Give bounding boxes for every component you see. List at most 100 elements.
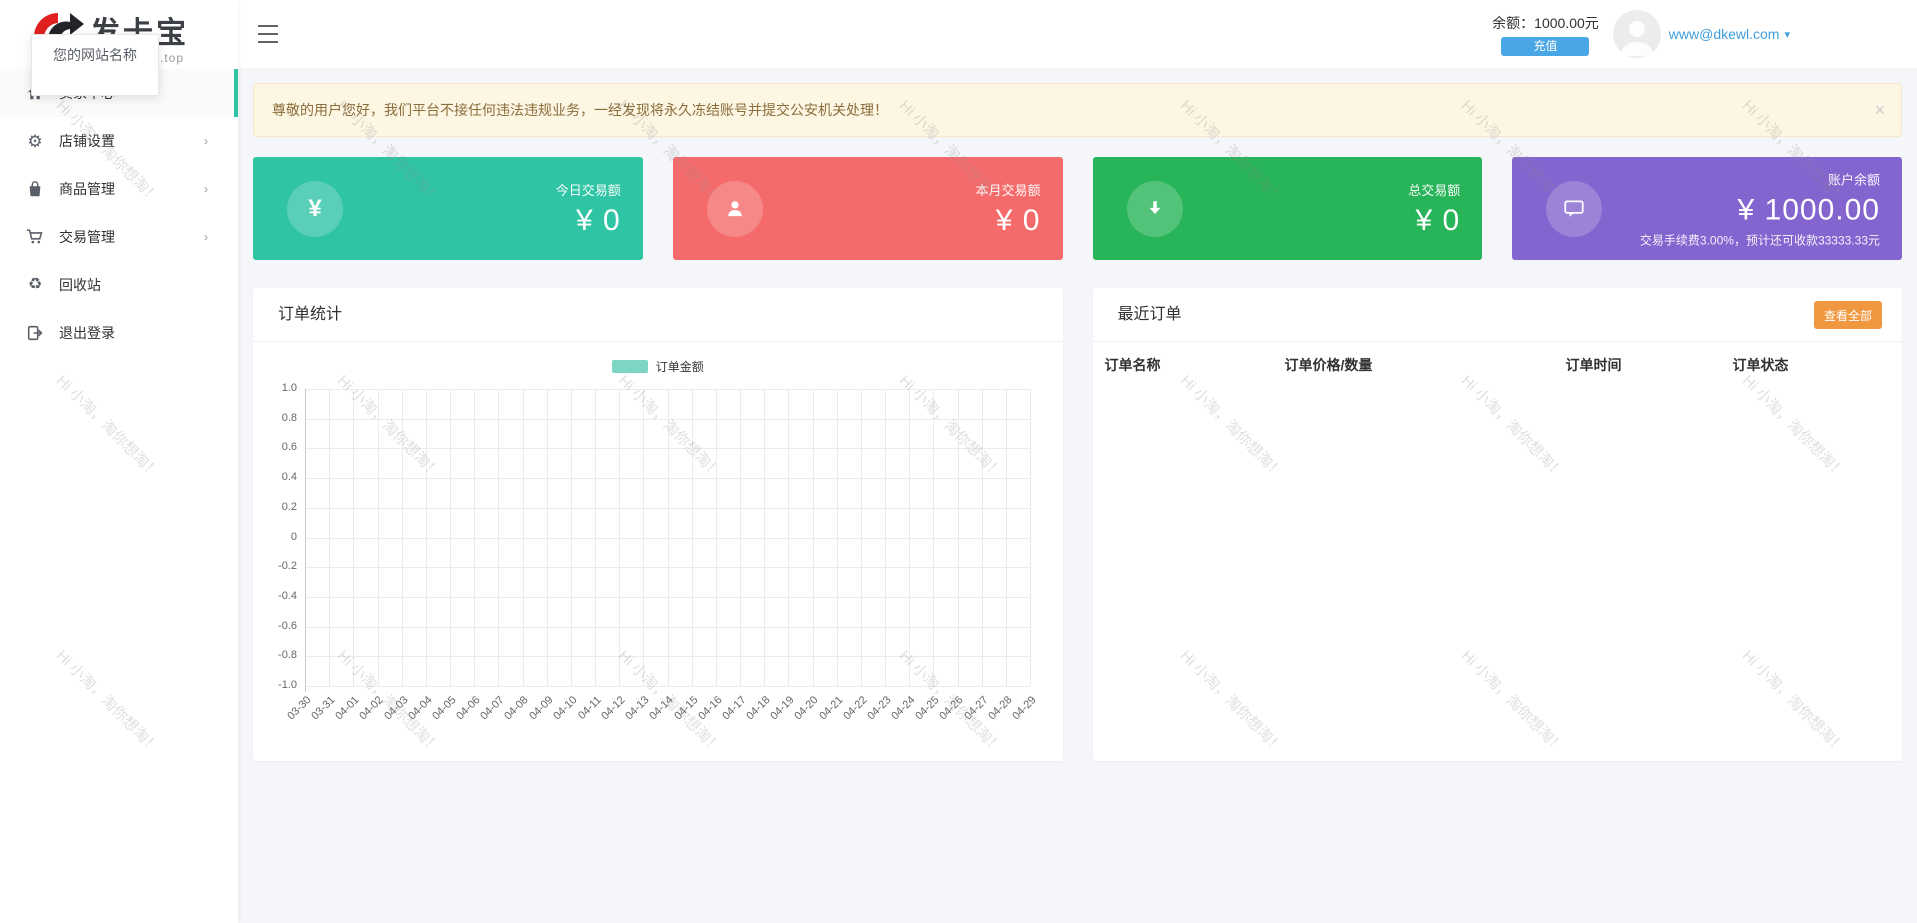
gridline: [788, 389, 789, 686]
gridline: [402, 389, 403, 686]
y-axis-tick: 0: [257, 531, 297, 543]
gridline: [450, 389, 451, 686]
gridline: [764, 389, 765, 686]
chevron-right-icon: ›: [204, 182, 208, 196]
sidebar-item-label: 商品管理: [59, 179, 115, 199]
y-axis-tick: 0.4: [257, 471, 297, 483]
gear-icon: ⚙: [25, 131, 45, 151]
legend-swatch: [612, 360, 648, 373]
gridline: [474, 389, 475, 686]
y-axis-tick: -0.4: [257, 590, 297, 602]
y-axis-tick: -1.0: [257, 679, 297, 691]
stat-card-3: 账户余额 ¥ 1000.00 交易手续费3.00%，预计还可收款33333.33元: [1512, 157, 1902, 260]
x-axis-tick: 04-07: [478, 694, 506, 722]
stat-label: 今日交易额: [556, 180, 621, 199]
notice-alert: 尊敬的用户您好，我们平台不接任何违法违规业务，一经发现将永久冻结账号并提交公安机…: [253, 83, 1902, 137]
stat-text: 本月交易额¥ 0: [975, 180, 1040, 238]
x-axis-tick: 04-19: [768, 694, 796, 722]
account-email: www@dkewl.com: [1669, 26, 1780, 42]
x-axis-tick: 04-12: [599, 694, 627, 722]
legend-label: 订单金额: [656, 358, 704, 375]
stat-value: ¥ 1000.00: [1640, 193, 1880, 227]
gridline: [571, 389, 572, 686]
x-axis-tick: 04-17: [720, 694, 748, 722]
gridline: [909, 389, 910, 686]
chevron-right-icon: ›: [204, 134, 208, 148]
x-axis-tick: 04-06: [454, 694, 482, 722]
orders-column-header: 订单状态: [1733, 342, 1789, 388]
top-navbar: 余额：1000.00元 充值 www@dkewl.com ▾: [238, 0, 1917, 68]
stat-value: ¥ 0: [556, 204, 621, 238]
gridline: [329, 389, 330, 686]
gridline: [426, 389, 427, 686]
order-amount-chart: 1.00.80.60.40.20-0.2-0.4-0.6-0.8-1.003-3…: [305, 389, 1030, 686]
gridline: [595, 389, 596, 686]
hamburger-menu-icon[interactable]: [258, 25, 280, 43]
cart-icon: [25, 227, 45, 247]
stat-text: 账户余额 ¥ 1000.00 交易手续费3.00%，预计还可收款33333.33元: [1640, 169, 1880, 248]
chart-legend[interactable]: 订单金额: [612, 358, 704, 375]
sidebar-item-label: 交易管理: [59, 227, 115, 247]
gridline: [982, 389, 983, 686]
gridline: [353, 389, 354, 686]
x-axis-tick: 04-08: [503, 694, 531, 722]
recent-orders-title: 最近订单: [1093, 288, 1903, 342]
x-axis-tick: 04-18: [744, 694, 772, 722]
balance-text: 余额：1000.00元: [1492, 13, 1599, 33]
site-name-tooltip: 您的网站名称: [31, 34, 159, 96]
close-icon[interactable]: ×: [1874, 84, 1885, 136]
orders-table-header: 订单名称 订单价格/数量 订单时间 订单状态: [1093, 342, 1903, 388]
orders-column-header: 订单时间: [1566, 342, 1622, 388]
sidebar-menu: 卖家中心⚙店铺设置›商品管理›交易管理›♻回收站退出登录: [0, 69, 238, 357]
x-axis-tick: 04-15: [672, 694, 700, 722]
view-all-button[interactable]: 查看全部: [1814, 301, 1882, 329]
x-axis-tick: 04-28: [986, 694, 1014, 722]
x-axis-tick: 03-30: [285, 694, 313, 722]
sidebar-item-recycle-bin[interactable]: ♻回收站: [0, 261, 238, 309]
stat-label: 账户余额: [1640, 169, 1880, 188]
gridline: [619, 389, 620, 686]
logout-icon: [25, 323, 45, 343]
orders-column-header: 订单价格/数量: [1285, 342, 1373, 388]
x-axis-tick: 04-10: [551, 694, 579, 722]
y-axis-tick: 1.0: [257, 382, 297, 394]
sidebar-item-shop-settings[interactable]: ⚙ 店铺设置 ›: [0, 117, 238, 165]
notice-alert-text: 尊敬的用户您好，我们平台不接任何违法违规业务，一经发现将永久冻结账号并提交公安机…: [272, 102, 888, 118]
x-axis-tick: 04-29: [1010, 694, 1038, 722]
main-content: 尊敬的用户您好，我们平台不接任何违法违规业务，一经发现将永久冻结账号并提交公安机…: [238, 68, 1917, 923]
stat-note: 交易手续费3.00%，预计还可收款33333.33元: [1640, 231, 1880, 248]
gridline: [958, 389, 959, 686]
gridline: [692, 389, 693, 686]
orders-column-header: 订单名称: [1105, 342, 1161, 388]
sidebar-item-logout[interactable]: 退出登录: [0, 309, 238, 357]
y-axis-tick: -0.2: [257, 560, 297, 572]
panels-row: 订单统计 订单金额 1.00.80.60.40.20-0.2-0.4-0.6-0…: [253, 288, 1902, 761]
gridline: [716, 389, 717, 686]
x-axis-tick: 04-23: [865, 694, 893, 722]
x-axis-tick: 04-21: [817, 694, 845, 722]
gridline: [378, 389, 379, 686]
chevron-right-icon: ›: [204, 230, 208, 244]
gridline: [668, 389, 669, 686]
brand-domain-suffix: .top: [160, 51, 184, 65]
sidebar-item-trade-management[interactable]: 交易管理 ›: [0, 213, 238, 261]
sidebar-item-label: 回收站: [59, 275, 101, 295]
stat-label: 本月交易额: [975, 180, 1040, 199]
recharge-button[interactable]: 充值: [1501, 37, 1589, 56]
sidebar-item-label: 店铺设置: [59, 131, 115, 151]
x-axis-tick: 03-31: [309, 694, 337, 722]
order-statistics-panel: 订单统计 订单金额 1.00.80.60.40.20-0.2-0.4-0.6-0…: [253, 288, 1063, 761]
x-axis-tick: 04-05: [430, 694, 458, 722]
user-icon: [707, 181, 763, 237]
account-dropdown[interactable]: www@dkewl.com ▾: [1669, 26, 1790, 42]
x-axis-tick: 04-09: [527, 694, 555, 722]
x-axis-tick: 04-27: [962, 694, 990, 722]
x-axis-tick: 04-24: [889, 694, 917, 722]
avatar[interactable]: [1613, 10, 1661, 58]
navbar-right: 余额：1000.00元 充值 www@dkewl.com ▾: [1492, 0, 1790, 68]
gridline: [305, 389, 306, 692]
sidebar-item-product-management[interactable]: 商品管理 ›: [0, 165, 238, 213]
bag-icon: [25, 179, 45, 199]
gridline: [740, 389, 741, 686]
gridline: [933, 389, 934, 686]
